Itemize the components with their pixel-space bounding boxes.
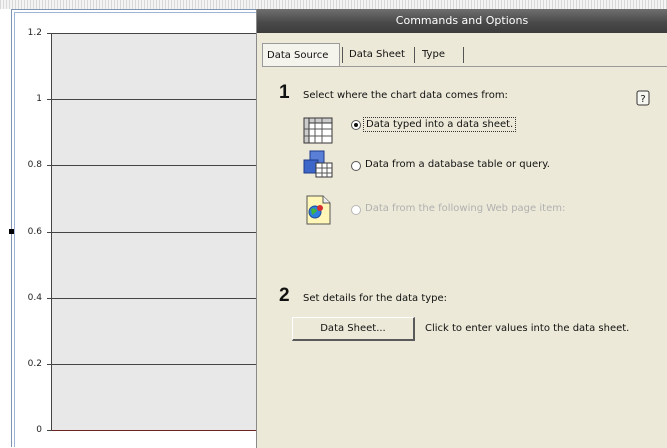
y-axis-tick [47,232,52,233]
gridline [52,298,257,299]
tab-strip: Data Source Data Sheet Type [262,43,667,67]
y-tick-label: 1 [36,94,42,104]
tab-separator [414,47,415,63]
y-axis-tick [47,165,52,166]
option-database-label[interactable]: Data from a database table or query. [365,159,550,170]
gridline [52,33,257,34]
y-axis-tick [47,33,52,34]
y-tick-label: 1.2 [27,28,42,38]
svg-text:?: ? [640,94,645,105]
help-icon[interactable]: ? [636,90,650,106]
gridline [52,232,257,233]
step-2-number: 2 [279,285,290,306]
y-tick-label: 0 [36,425,42,435]
option-datasheet-label[interactable]: Data typed into a data sheet. [363,117,517,132]
radio-datasheet[interactable] [351,120,361,130]
x-axis-line [52,430,257,431]
y-axis-tick [47,99,52,100]
radio-web-page[interactable] [351,205,361,215]
commands-and-options-panel: Commands and Options Data Source Data Sh… [256,9,667,448]
tab-data-sheet[interactable]: Data Sheet [345,44,409,65]
plot-area[interactable] [47,33,257,431]
y-tick-label: 0.6 [27,227,42,237]
data-sheet-button[interactable]: Data Sheet... [292,317,415,341]
tab-separator [342,47,343,63]
web-page-icon [306,195,331,225]
y-tick-label: 0.2 [27,359,42,369]
y-tick-label: 0.4 [27,293,42,303]
datasheet-grid-icon [303,117,333,144]
y-tick-label: 0.8 [27,160,42,170]
y-axis-tick [47,298,52,299]
gridline [52,364,257,365]
step-1-number: 1 [279,82,290,103]
gridline [52,165,257,166]
tab-data-source[interactable]: Data Source [262,43,340,66]
radio-database[interactable] [351,161,361,171]
data-sheet-button-hint: Click to enter values into the data shee… [425,323,630,334]
panel-title-bar[interactable]: Commands and Options [257,9,667,33]
option-web-page-label: Data from the following Web page item: [365,203,566,214]
tab-type[interactable]: Type [418,44,449,65]
step-2-instruction: Set details for the data type: [303,293,448,304]
top-hatch-strip [0,0,667,9]
tab-separator [463,47,464,63]
gridline [52,99,257,100]
y-axis-tick [47,364,52,365]
step-1-instruction: Select where the chart data comes from: [303,90,508,101]
database-icon [303,150,333,178]
